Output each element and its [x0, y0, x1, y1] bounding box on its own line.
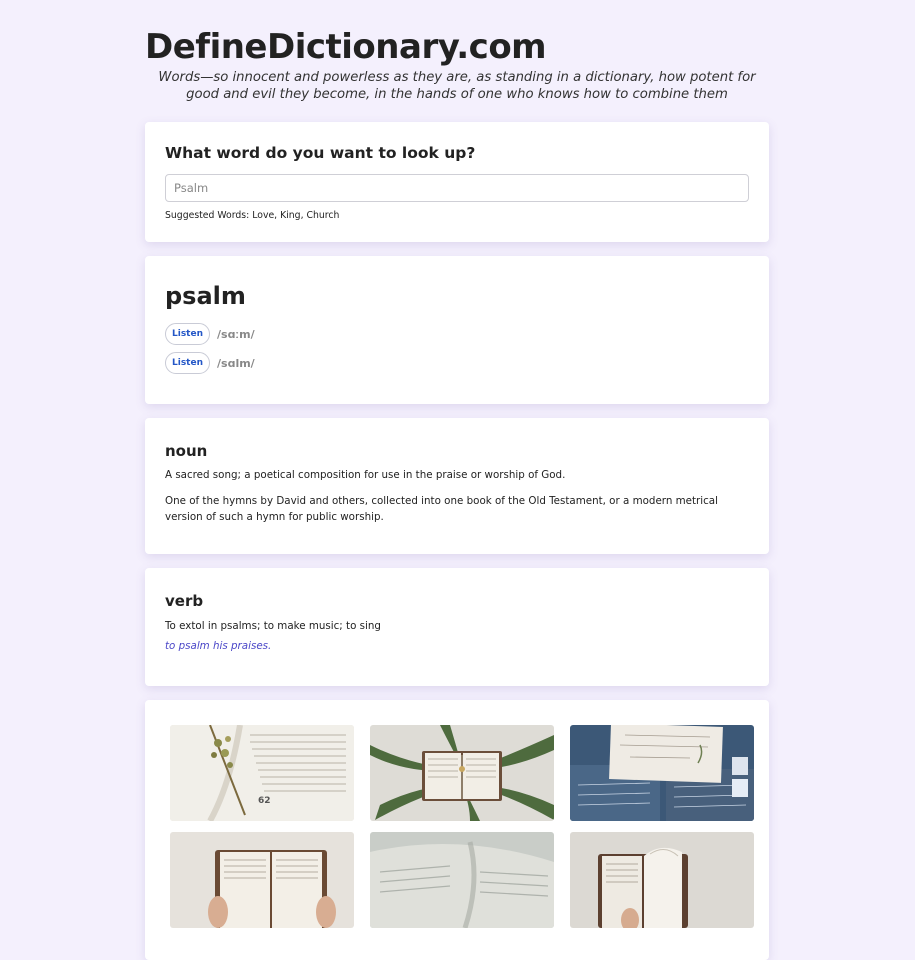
word-card: psalm Listen /sɑːm/ Listen /sɑlm/ — [145, 256, 769, 404]
suggested-word-church[interactable]: Church — [307, 210, 340, 221]
pronunciation-row: Listen /sɑlm/ — [165, 352, 255, 374]
blurred-open-book-pages-photo[interactable] — [370, 832, 554, 928]
hands-holding-open-bible-photo[interactable] — [170, 832, 354, 928]
suggested-words: Suggested Words: Love, King, Church — [165, 210, 340, 221]
meaning-card-noun: noun A sacred song; a poetical compositi… — [145, 418, 769, 554]
listen-button[interactable]: Listen — [165, 352, 210, 374]
listen-button[interactable]: Listen — [165, 323, 210, 345]
hand-flipping-bible-pages-photo[interactable] — [570, 832, 754, 928]
pronunciation-row: Listen /sɑːm/ — [165, 323, 255, 345]
meaning-card-verb: verb To extol in psalms; to make music; … — [145, 568, 769, 686]
part-of-speech: noun — [165, 442, 208, 460]
svg-text:62: 62 — [258, 796, 271, 806]
suggested-word-love[interactable]: Love — [252, 210, 274, 221]
phonetic-text: /sɑːm/ — [217, 327, 255, 341]
phonetic-text: /sɑlm/ — [217, 356, 255, 370]
suggested-word-king[interactable]: King — [280, 210, 300, 221]
search-card: What word do you want to look up? Sugges… — [145, 122, 769, 242]
open-book-with-dried-flower-photo[interactable]: 62 — [170, 725, 354, 821]
search-heading: What word do you want to look up? — [165, 144, 476, 162]
site-title[interactable]: DefineDictionary.com — [145, 27, 547, 67]
definition: One of the hymns by David and others, co… — [165, 495, 718, 523]
site-tagline: Words—so innocent and powerless as they … — [158, 70, 756, 102]
suggested-words-label: Suggested Words: — [165, 210, 250, 221]
definition: A sacred song; a poetical composition fo… — [165, 469, 566, 481]
usage-example: to psalm his praises. — [165, 640, 272, 652]
search-input[interactable] — [165, 174, 749, 202]
part-of-speech: verb — [165, 592, 204, 610]
image-gallery: 62 — [145, 700, 769, 960]
handwritten-letters-blue-paper-photo[interactable] — [570, 725, 754, 821]
bible-on-fern-leaves-photo[interactable] — [370, 725, 554, 821]
definition: To extol in psalms; to make music; to si… — [165, 620, 381, 632]
word-title: psalm — [165, 282, 246, 310]
